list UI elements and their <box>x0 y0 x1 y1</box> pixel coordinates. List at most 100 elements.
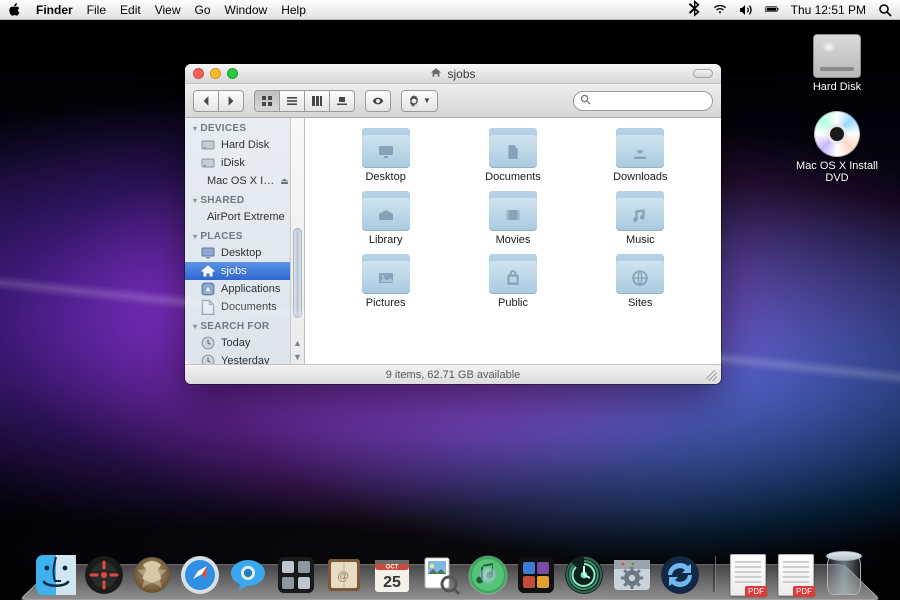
desktop-install-dvd[interactable]: Mac OS X Install DVD <box>792 111 882 184</box>
dock-dashboard[interactable] <box>83 554 125 596</box>
folder-label: Desktop <box>365 171 405 183</box>
sidebar-item-label: AirPort Extreme <box>207 211 285 223</box>
dock-doc-pdf[interactable]: PDF <box>775 554 817 596</box>
menu-file[interactable]: File <box>87 3 106 17</box>
sidebar-section-header[interactable]: PLACES <box>185 226 290 244</box>
desktop-hard-disk[interactable]: Hard Disk <box>813 34 861 93</box>
dock-safari[interactable] <box>179 554 221 596</box>
sidebar-item-label: sjobs <box>221 265 247 277</box>
dock-doc-pdf[interactable]: PDF <box>727 554 769 596</box>
dock-sysprefs[interactable] <box>611 554 653 596</box>
sidebar-item-hard-disk[interactable]: Hard Disk <box>185 136 290 154</box>
eject-icon[interactable]: ⏏ <box>280 176 289 187</box>
app-name[interactable]: Finder <box>36 3 73 17</box>
toolbar-toggle-button[interactable] <box>693 69 713 78</box>
finder-window: sjobs ▼ <box>185 64 721 384</box>
apple-menu-icon[interactable] <box>8 3 22 17</box>
folder-label: Movies <box>496 234 531 246</box>
battery-icon[interactable] <box>765 3 779 17</box>
scroll-down-button[interactable]: ▼ <box>291 350 304 364</box>
folder-public[interactable]: Public <box>456 254 569 309</box>
resize-grip[interactable] <box>706 370 717 381</box>
scroll-up-button[interactable]: ▲ <box>291 336 304 350</box>
sidebar-section-header[interactable]: SEARCH FOR <box>185 316 290 334</box>
sidebar-item-airport-extreme[interactable]: AirPort Extreme <box>185 208 290 226</box>
quicklook-button[interactable] <box>365 90 391 112</box>
view-list-button[interactable] <box>280 90 305 112</box>
folder-icon <box>489 128 537 168</box>
svg-text:OCT: OCT <box>386 565 399 571</box>
spotlight-icon[interactable] <box>878 3 892 17</box>
action-menu-button[interactable]: ▼ <box>401 90 438 112</box>
dock-frontrow[interactable] <box>515 554 557 596</box>
menu-help[interactable]: Help <box>281 3 306 17</box>
search-icon <box>580 94 591 108</box>
bluetooth-icon[interactable] <box>687 3 701 17</box>
clock-icon <box>201 336 215 350</box>
sidebar-item-yesterday[interactable]: Yesterday <box>185 352 290 364</box>
document-icon: PDF <box>778 554 814 596</box>
search-input[interactable] <box>595 95 706 107</box>
dock-itunes[interactable] <box>467 554 509 596</box>
folder-label: Downloads <box>613 171 667 183</box>
dock-trash[interactable] <box>823 554 865 596</box>
sidebar-item-desktop[interactable]: Desktop <box>185 244 290 262</box>
title-bar[interactable]: sjobs <box>185 64 721 84</box>
folder-pictures[interactable]: Pictures <box>329 254 442 309</box>
view-icons-button[interactable] <box>254 90 280 112</box>
svg-text:@: @ <box>337 569 349 583</box>
sidebar-item-sjobs[interactable]: sjobs <box>185 262 290 280</box>
forward-button[interactable] <box>219 90 244 112</box>
sidebar-section-header[interactable]: DEVICES <box>185 118 290 136</box>
dock-addressbook[interactable]: @ <box>323 554 365 596</box>
folder-sites[interactable]: Sites <box>584 254 697 309</box>
close-button[interactable] <box>193 68 204 79</box>
hard-disk-icon <box>813 34 861 78</box>
minimize-button[interactable] <box>210 68 221 79</box>
sidebar-item-today[interactable]: Today <box>185 334 290 352</box>
menu-clock[interactable]: Thu 12:51 PM <box>791 3 866 17</box>
dock-timemachine[interactable] <box>563 554 605 596</box>
sidebar-section-header[interactable]: SHARED <box>185 190 290 208</box>
folder-library[interactable]: Library <box>329 191 442 246</box>
menu-edit[interactable]: Edit <box>120 3 141 17</box>
wifi-icon[interactable] <box>713 3 727 17</box>
dock-mail[interactable] <box>131 554 173 596</box>
volume-icon[interactable] <box>739 3 753 17</box>
content-area[interactable]: Desktop Documents Downloads Library Movies Mu… <box>305 118 721 364</box>
folder-label: Pictures <box>366 297 406 309</box>
desktop-icon-label: Mac OS X Install DVD <box>792 160 882 184</box>
menu-go[interactable]: Go <box>195 3 211 17</box>
folder-downloads[interactable]: Downloads <box>584 128 697 183</box>
folder-documents[interactable]: Documents <box>456 128 569 183</box>
scroll-thumb[interactable] <box>293 228 302 318</box>
folder-desktop[interactable]: Desktop <box>329 128 442 183</box>
folder-icon <box>616 128 664 168</box>
zoom-button[interactable] <box>227 68 238 79</box>
view-coverflow-button[interactable] <box>330 90 355 112</box>
folder-movies[interactable]: Movies <box>456 191 569 246</box>
view-columns-button[interactable] <box>305 90 330 112</box>
dvd-icon <box>814 111 860 157</box>
dock-sync[interactable] <box>659 554 701 596</box>
search-field[interactable] <box>573 91 713 111</box>
sidebar-item-label: Applications <box>221 283 280 295</box>
back-button[interactable] <box>193 90 219 112</box>
dock-preview[interactable] <box>419 554 461 596</box>
dock-spaces[interactable] <box>275 554 317 596</box>
window-title: sjobs <box>447 67 475 81</box>
menu-view[interactable]: View <box>155 3 181 17</box>
sidebar-item-documents[interactable]: Documents <box>185 298 290 316</box>
dock-ichat[interactable] <box>227 554 269 596</box>
folder-music[interactable]: Music <box>584 191 697 246</box>
dock-finder[interactable] <box>35 554 77 596</box>
window-controls <box>193 68 238 79</box>
folder-label: Sites <box>628 297 652 309</box>
sidebar-item-applications[interactable]: Applications <box>185 280 290 298</box>
menu-window[interactable]: Window <box>225 3 268 17</box>
sidebar-scrollbar[interactable]: ▲ ▼ <box>290 118 304 364</box>
sidebar: DEVICESHard DiskiDiskMac OS X I…⏏SHARED A… <box>185 118 305 364</box>
dock-ical[interactable]: OCT25 <box>371 554 413 596</box>
sidebar-item-idisk[interactable]: iDisk <box>185 154 290 172</box>
sidebar-item-mac-os-x-i-[interactable]: Mac OS X I…⏏ <box>185 172 290 190</box>
